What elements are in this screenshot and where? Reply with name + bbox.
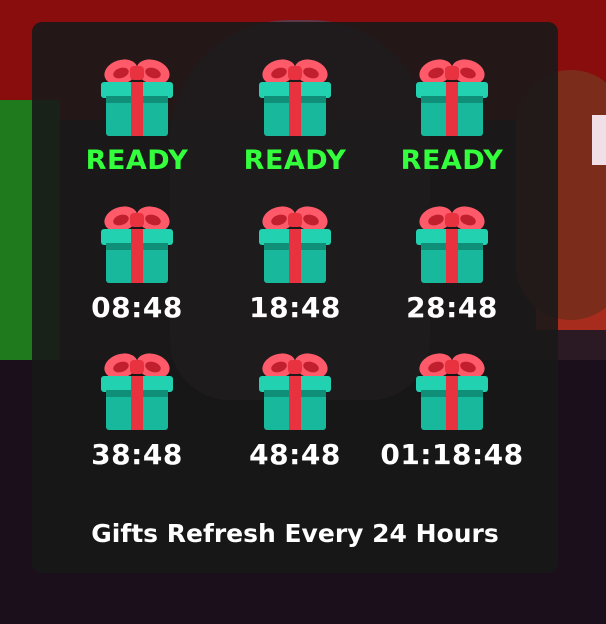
gift-icon (97, 52, 177, 142)
gift-row-2: 08:48 18:48 28:48 (32, 199, 558, 346)
gifts-panel: READY READY READY 08:48 18:48 28:48 38:4… (32, 22, 558, 573)
gift-icon (412, 52, 492, 142)
gift-row-1: READY READY READY (32, 52, 558, 199)
gift-slot[interactable]: READY (58, 52, 216, 178)
gift-icon (255, 52, 335, 142)
refresh-info-text: Gifts Refresh Every 24 Hours (91, 519, 499, 548)
gift-timer-label: 28:48 (406, 291, 498, 324)
gift-slot[interactable]: 28:48 (373, 199, 531, 325)
gift-timer-label: 01:18:48 (380, 438, 524, 471)
gift-icon (255, 346, 335, 436)
gift-slot[interactable]: READY (216, 52, 374, 178)
gift-status-label: READY (85, 145, 189, 176)
gift-icon (97, 346, 177, 436)
gift-timer-label: 38:48 (91, 438, 183, 471)
background-tag (592, 115, 606, 165)
gift-timer-label: 08:48 (91, 291, 183, 324)
gift-status-label: READY (400, 145, 504, 176)
gift-icon (97, 199, 177, 289)
gift-row-3: 38:48 48:48 01:18:48 (32, 346, 558, 493)
gift-status-label: READY (243, 145, 347, 176)
gift-timer-label: 18:48 (249, 291, 341, 324)
gift-slot[interactable]: 01:18:48 (373, 346, 531, 472)
gift-slot[interactable]: 08:48 (58, 199, 216, 325)
gift-slot[interactable]: 48:48 (216, 346, 374, 472)
gift-grid: READY READY READY 08:48 18:48 28:48 38:4… (32, 52, 558, 493)
gift-slot[interactable]: READY (373, 52, 531, 178)
gift-slot[interactable]: 38:48 (58, 346, 216, 472)
gift-slot[interactable]: 18:48 (216, 199, 374, 325)
game-scene: READY READY READY 08:48 18:48 28:48 38:4… (0, 0, 606, 624)
gift-icon (255, 199, 335, 289)
gift-timer-label: 48:48 (249, 438, 341, 471)
gift-icon (412, 346, 492, 436)
gift-icon (412, 199, 492, 289)
